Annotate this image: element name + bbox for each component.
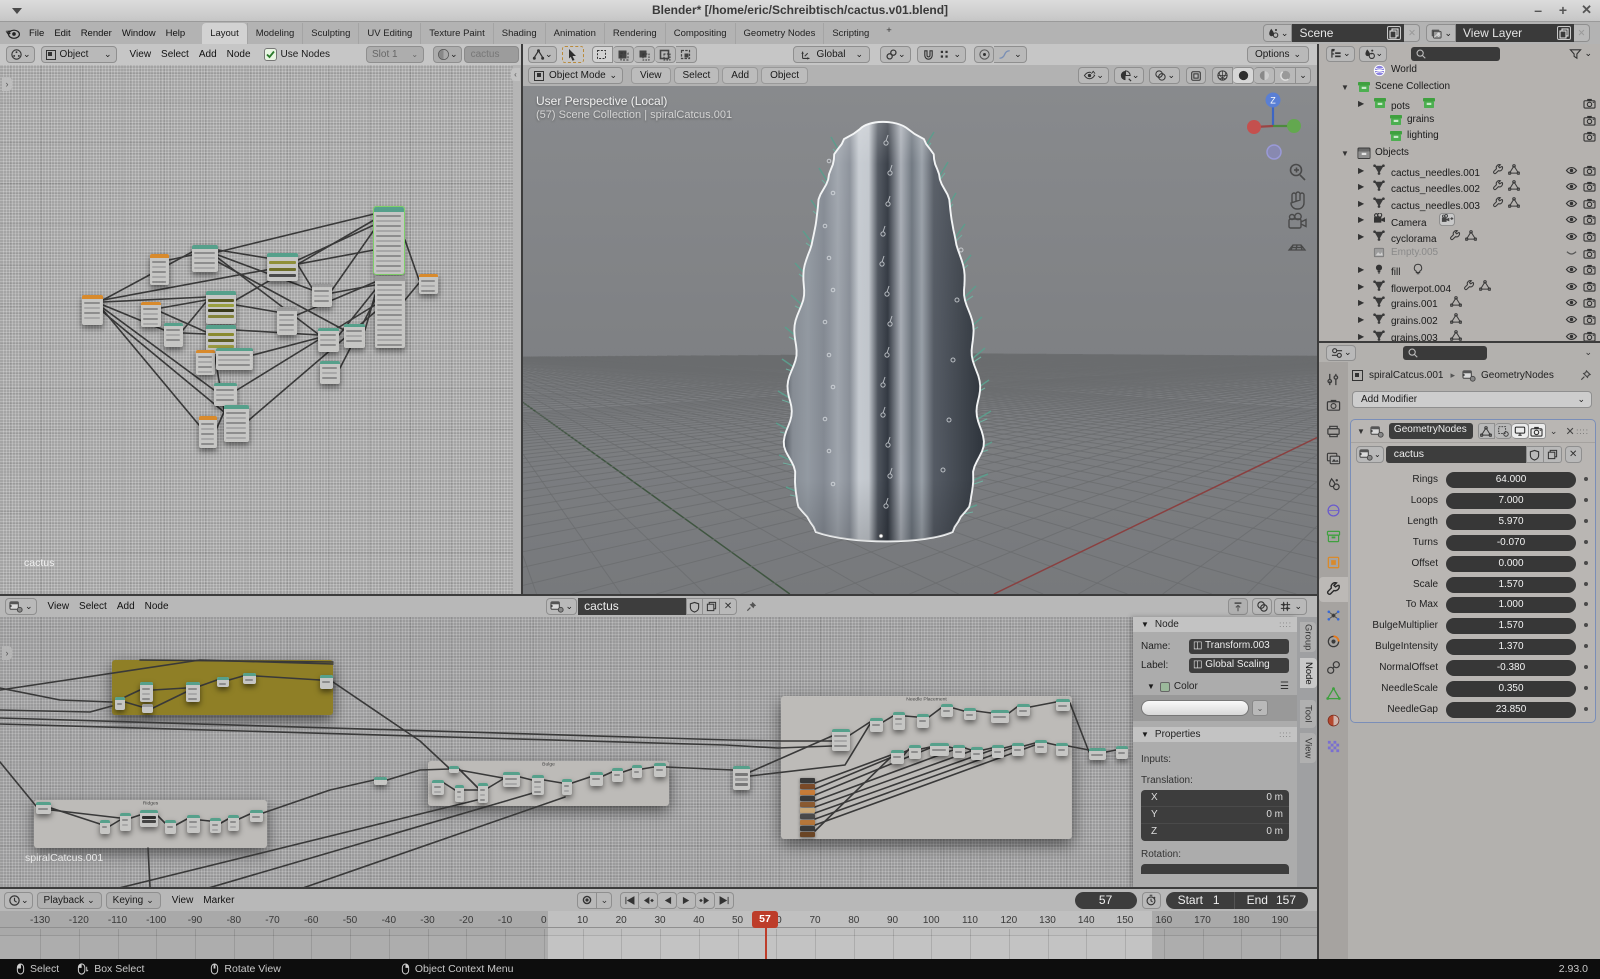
svg-text:Z: Z [1270,96,1276,106]
